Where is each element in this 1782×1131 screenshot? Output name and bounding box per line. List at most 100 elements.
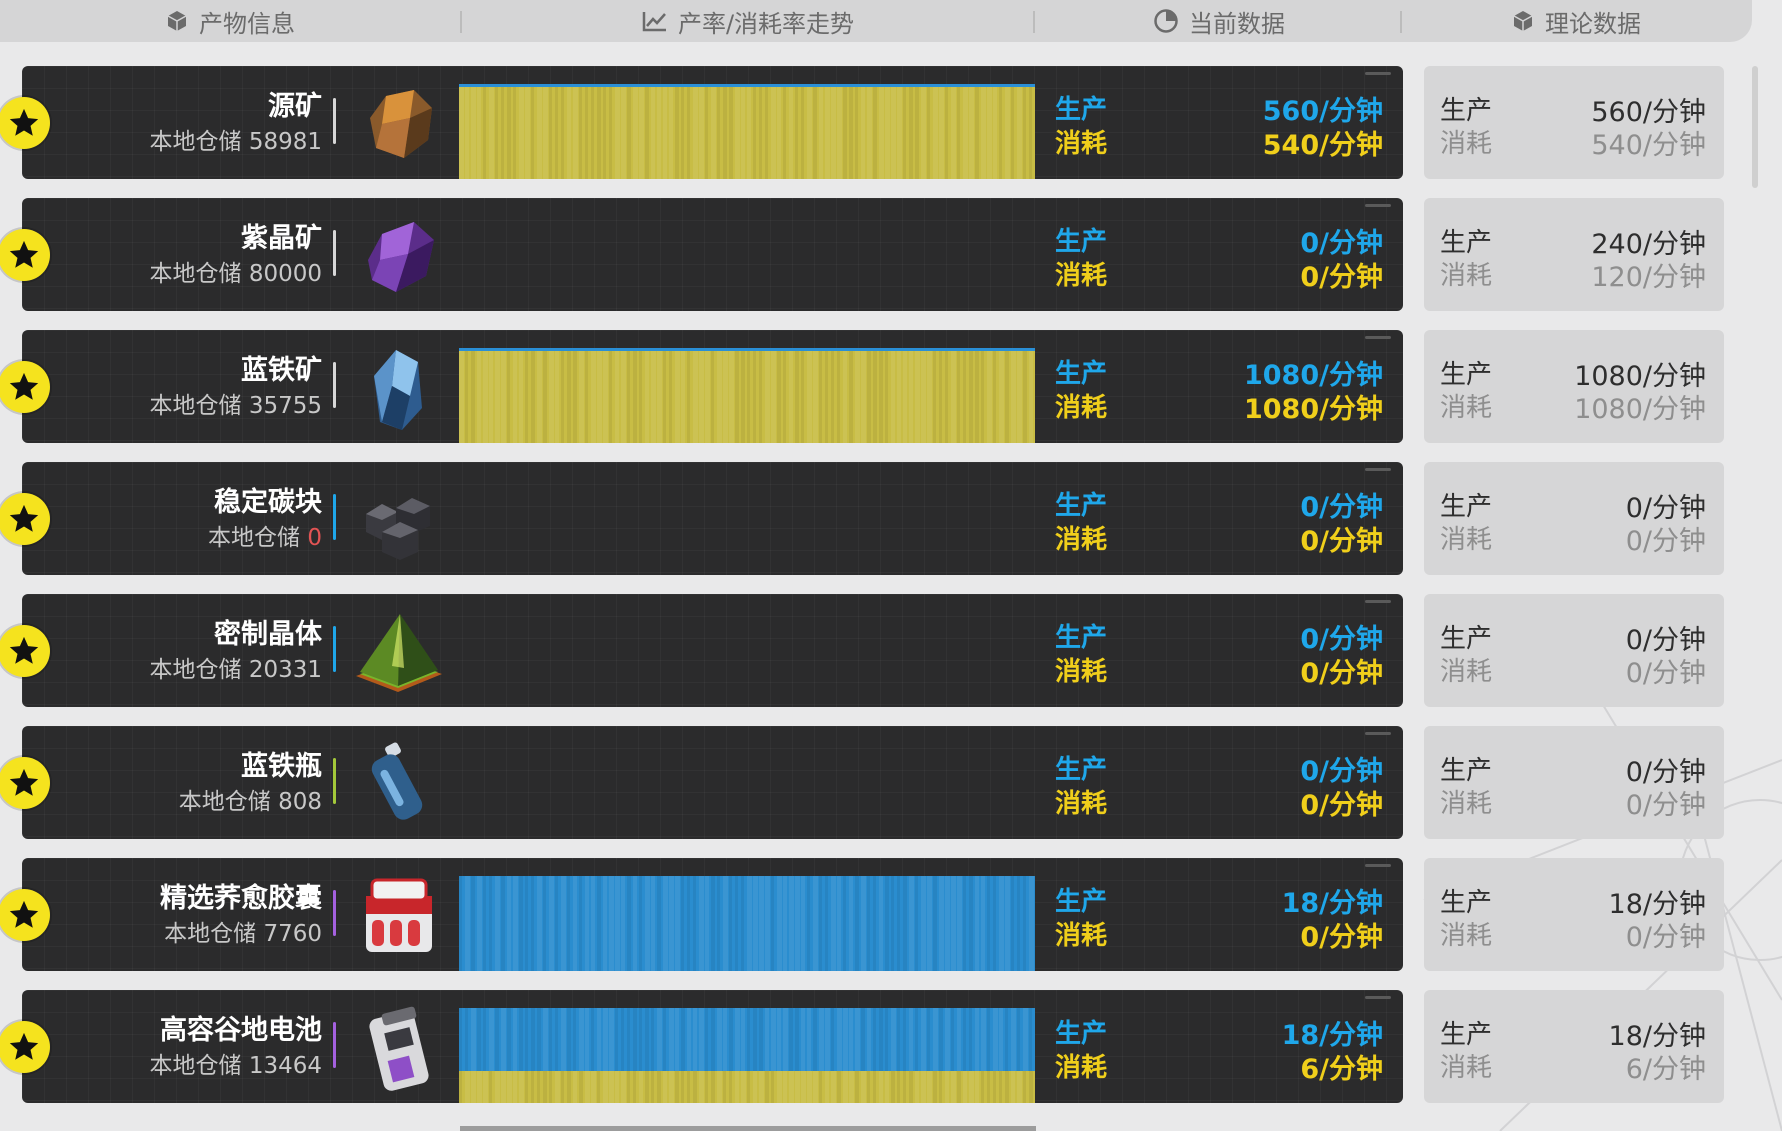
chart-stripe [513, 876, 518, 971]
battery-icon [352, 1002, 444, 1094]
product-name: 蓝铁矿 [241, 355, 322, 386]
chart-stripe [489, 1008, 494, 1071]
chart-stripe [537, 876, 542, 971]
chart-stripe [471, 86, 476, 179]
storage-count: 7760 [263, 921, 322, 947]
chart-stripe [465, 876, 470, 971]
favorite-star-button[interactable] [0, 493, 50, 545]
chart-stripe [861, 350, 866, 443]
chart-stripe [603, 350, 608, 443]
chart-stripe [867, 876, 870, 971]
chart-stripe [885, 876, 889, 971]
chart-stripe [789, 1071, 794, 1103]
chart-stripe [909, 1071, 913, 1103]
scrollbar[interactable] [1752, 66, 1758, 188]
chart-stripe [657, 1071, 661, 1103]
chart-stripe [969, 876, 973, 971]
chart-stripe [693, 86, 698, 179]
blue-iron-ore-icon [352, 342, 444, 434]
chart-stripe [639, 350, 642, 443]
chart-stripe [555, 1071, 560, 1103]
chart-stripe [915, 350, 920, 443]
chart-stripe [915, 1008, 918, 1071]
chart-stripe [615, 350, 619, 443]
chart-stripe [987, 86, 992, 179]
favorite-star-button[interactable] [0, 361, 50, 413]
chart-stripe [459, 86, 464, 179]
chart-stripe [477, 1008, 481, 1071]
theory-produce-label: 生产 [1440, 228, 1493, 258]
favorite-star-button[interactable] [0, 97, 50, 149]
trend-chart-svg [459, 480, 1035, 575]
chart-stripe [933, 1008, 938, 1071]
product-row[interactable]: 蓝铁矿 本地仓储 35755 生产 消耗 1080/分钟 1080/分钟 [0, 330, 1403, 443]
chart-stripe [921, 1071, 926, 1103]
chart-stripe [567, 1071, 571, 1103]
product-row[interactable]: 稳定碳块 本地仓储 0 生产 消耗 0/分钟 0/分钟 [0, 462, 1403, 575]
product-row[interactable]: 源矿 本地仓储 58981 生产 消耗 560/分钟 540/分钟 [0, 66, 1403, 179]
chart-stripe [939, 1008, 943, 1071]
chart-stripe [951, 1071, 956, 1103]
category-accent-bar [333, 890, 336, 936]
favorite-star-button[interactable] [0, 625, 50, 677]
chart-stripe [501, 1071, 506, 1103]
storage-label: 本地仓储 [149, 657, 242, 683]
chart-stripe [909, 350, 913, 443]
chart-stripe [639, 86, 644, 179]
chart-stripe [951, 350, 956, 443]
chart-stripe [531, 86, 534, 179]
theory-consume-label: 消耗 [1440, 129, 1493, 159]
chart-stripe [981, 876, 985, 971]
chart-stripe [867, 1071, 870, 1103]
chart-stripe [585, 1071, 590, 1103]
chart-stripe [861, 1071, 866, 1103]
chart-stripe [669, 876, 674, 971]
chart-stripe [771, 1008, 776, 1071]
chart-stripe [945, 876, 950, 971]
chart-stripe [885, 1008, 888, 1071]
crystal-pyramid-icon [352, 606, 444, 698]
favorite-star-button[interactable] [0, 757, 50, 809]
product-row[interactable]: 精选荞愈胶囊 本地仓储 7760 生产 消耗 18/分钟 0/分钟 [0, 858, 1403, 971]
product-row[interactable]: 蓝铁瓶 本地仓储 808 生产 消耗 0/分钟 0/分钟 [0, 726, 1403, 839]
chart-stripe [519, 350, 523, 443]
chart-stripe [699, 86, 704, 179]
chart-stripe [933, 876, 937, 971]
chart-stripe [681, 876, 684, 971]
chart-stripe [1017, 876, 1020, 971]
storage-count: 80000 [248, 261, 322, 287]
chart-stripe [621, 1071, 626, 1103]
chart-stripe [663, 1008, 666, 1071]
storage-count: 35755 [248, 393, 322, 419]
favorite-star-button[interactable] [0, 1021, 50, 1073]
chart-stripe [609, 1008, 614, 1071]
chart-stripe [729, 86, 733, 179]
chart-stripe [543, 86, 548, 179]
chart-stripe [1023, 350, 1027, 443]
product-row[interactable]: 密制晶体 本地仓储 20331 生产 消耗 0/分钟 0/分钟 [0, 594, 1403, 707]
chart-stripe [471, 1008, 476, 1071]
current-consume-label: 消耗 [1055, 393, 1108, 423]
theory-data-panel: 生产 消耗 18/分钟 0/分钟 [1424, 858, 1724, 971]
chart-stripe [723, 86, 727, 179]
product-row[interactable]: 紫晶矿 本地仓储 80000 生产 消耗 0/分钟 0/分钟 [0, 198, 1403, 311]
chart-stripe [795, 86, 798, 179]
product-row[interactable]: 高容谷地电池 本地仓储 13464 生产 消耗 18/分钟 6/分钟 [0, 990, 1403, 1103]
row-corner-mark [1365, 732, 1391, 735]
favorite-star-button[interactable] [0, 889, 50, 941]
chart-stripe [1023, 876, 1026, 971]
chart-stripe [669, 1008, 674, 1071]
chart-stripe [759, 86, 762, 179]
category-accent-bar [333, 758, 336, 804]
chart-stripe [603, 876, 607, 971]
chart-stripe [1029, 350, 1033, 443]
chart-stripe [837, 350, 840, 443]
chart-stripe [783, 350, 786, 443]
chart-stripe [603, 1071, 608, 1103]
favorite-star-button[interactable] [0, 229, 50, 281]
trend-chart-svg [459, 744, 1035, 839]
row-corner-mark [1365, 600, 1391, 603]
category-accent-bar [333, 1022, 336, 1068]
chart-stripe [831, 1071, 836, 1103]
theory-consume-label: 消耗 [1440, 393, 1493, 423]
